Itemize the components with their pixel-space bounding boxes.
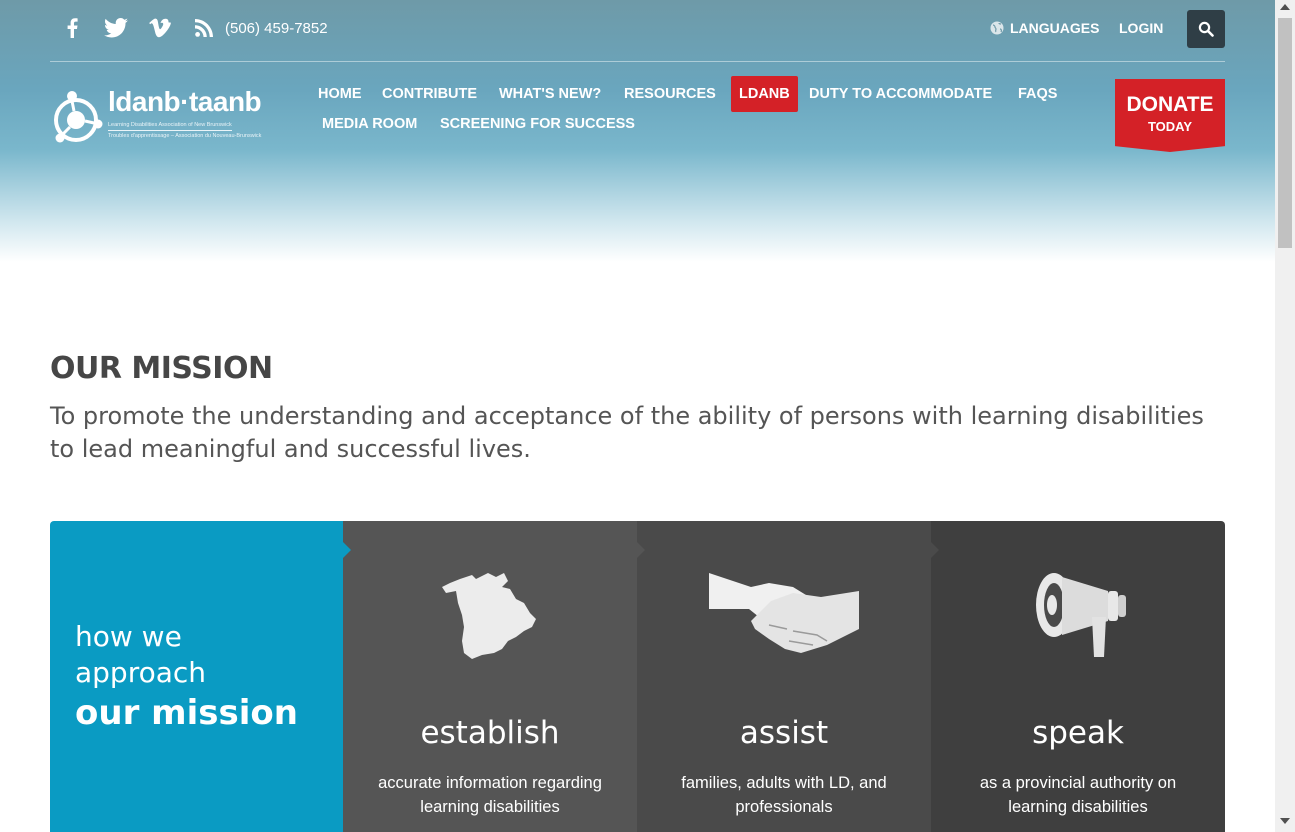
panel-heading: establish bbox=[420, 715, 560, 751]
search-icon bbox=[1198, 21, 1214, 37]
rss-icon[interactable] bbox=[192, 16, 216, 40]
donate-button[interactable]: DONATE TODAY bbox=[1115, 79, 1225, 152]
approach-line-1: how we bbox=[75, 620, 182, 653]
panel-description: as a provincial authority on learning di… bbox=[979, 774, 1177, 816]
globe-icon bbox=[990, 21, 1004, 35]
donate-sublabel: TODAY bbox=[1147, 119, 1193, 134]
panel-heading: speak bbox=[1032, 715, 1124, 751]
panel-description: families, adults with LD, and profession… bbox=[681, 774, 887, 816]
nav-ldanb[interactable]: LDANB bbox=[731, 76, 798, 112]
panel-notch bbox=[343, 542, 351, 558]
facebook-icon[interactable] bbox=[60, 16, 84, 40]
panel-establish: establish accurate information regarding… bbox=[343, 521, 637, 832]
panel-description: accurate information regarding learning … bbox=[378, 774, 602, 816]
handshake-icon bbox=[709, 573, 859, 653]
panel-speak: speak as a provincial authority on learn… bbox=[931, 521, 1225, 832]
megaphone-icon bbox=[1036, 573, 1126, 657]
panel-icon-wrap bbox=[931, 569, 1225, 663]
languages-label: LANGUAGES bbox=[1010, 20, 1100, 36]
mission-title: OUR MISSION bbox=[50, 351, 273, 386]
scroll-down-arrow-icon[interactable] bbox=[1280, 818, 1290, 824]
nav-screening-for-success[interactable]: SCREENING FOR SUCCESS bbox=[432, 106, 643, 142]
twitter-icon[interactable] bbox=[104, 16, 128, 40]
approach-line-2: approach bbox=[75, 656, 207, 689]
header-divider bbox=[50, 61, 1225, 62]
mission-panels: how we approach our mission establish ac… bbox=[50, 521, 1225, 832]
panel-icon-wrap bbox=[637, 569, 931, 661]
panel-notch bbox=[637, 542, 645, 558]
scroll-thumb[interactable] bbox=[1278, 18, 1292, 248]
nav-duty-to-accommodate[interactable]: DUTY TO ACCOMMODATE bbox=[801, 76, 1000, 112]
mission-text: To promote the understanding and accepta… bbox=[50, 402, 1204, 463]
logo-mark-icon bbox=[54, 91, 103, 143]
nav-media-room[interactable]: MEDIA ROOM bbox=[314, 106, 425, 142]
login-link[interactable]: LOGIN bbox=[1119, 20, 1163, 36]
phone-number[interactable]: (506) 459-7852 bbox=[225, 20, 328, 37]
top-bar: (506) 459-7852 LANGUAGES LOGIN bbox=[50, 10, 1225, 48]
panel-heading: assist bbox=[739, 715, 829, 751]
approach-panel: how we approach our mission bbox=[50, 521, 343, 832]
panel-notch bbox=[931, 542, 939, 558]
site-logo[interactable]: ldanb·taanb Learning Disabilities Associ… bbox=[50, 86, 275, 146]
nav-faqs[interactable]: FAQS bbox=[1010, 76, 1065, 112]
social-links bbox=[60, 16, 216, 40]
panel-icon-wrap bbox=[343, 569, 637, 661]
page: (506) 459-7852 LANGUAGES LOGIN ldanb·taa… bbox=[0, 0, 1275, 832]
logo-title: ldanb·taanb bbox=[108, 86, 262, 117]
logo-subtitle-en: Learning Disabilities Association of New… bbox=[108, 122, 232, 131]
approach-bold: our mission bbox=[75, 693, 298, 733]
page-scrollbar[interactable] bbox=[1275, 0, 1295, 832]
panel-assist: assist families, adults with LD, and pro… bbox=[637, 521, 931, 832]
approach-heading: how we approach our mission bbox=[75, 619, 298, 735]
scroll-up-arrow-icon[interactable] bbox=[1280, 4, 1290, 10]
new-brunswick-map-icon bbox=[442, 573, 536, 659]
donate-label: DONATE bbox=[1126, 93, 1214, 116]
languages-menu[interactable]: LANGUAGES bbox=[990, 20, 1099, 36]
logo-subtitle-fr: Troubles d'apprentissage – Association d… bbox=[108, 133, 262, 139]
vimeo-icon[interactable] bbox=[148, 16, 172, 40]
search-button[interactable] bbox=[1187, 10, 1225, 48]
